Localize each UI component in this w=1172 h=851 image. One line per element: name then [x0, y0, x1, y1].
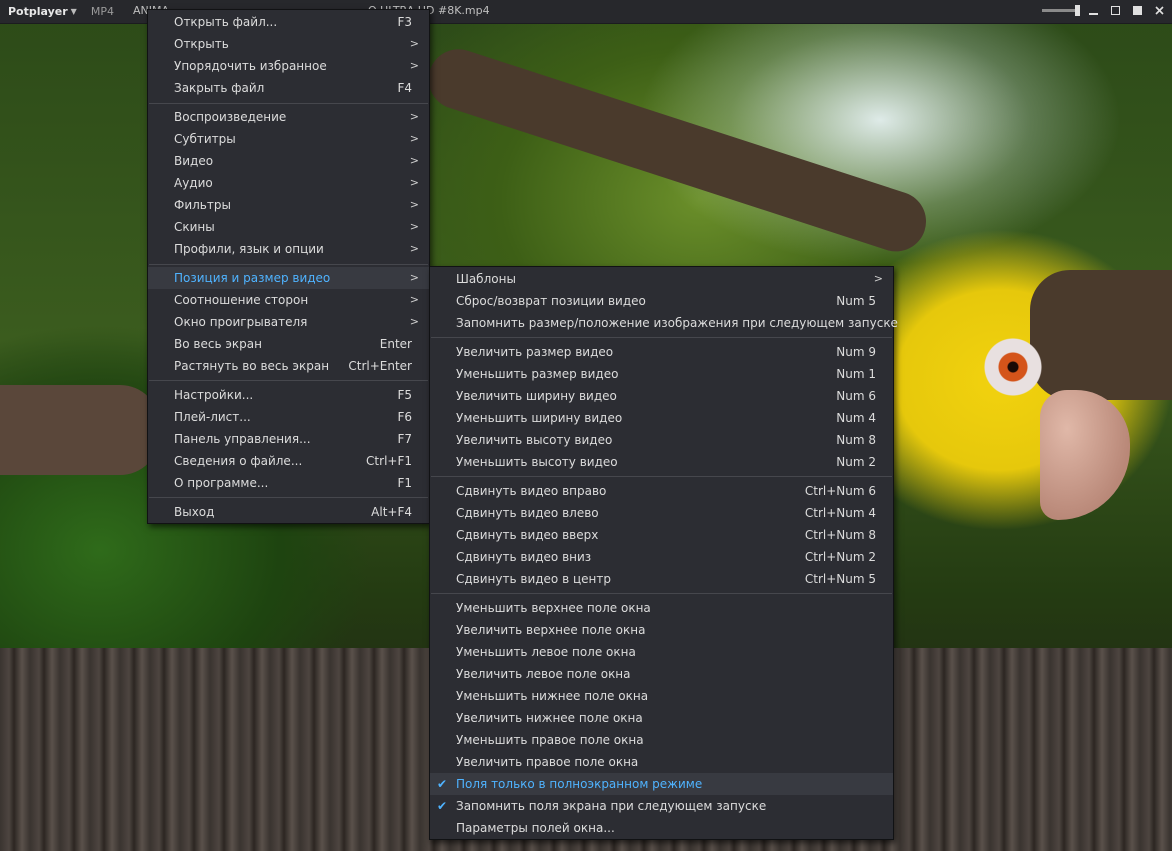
video-branch — [420, 41, 934, 260]
menu-item-audio[interactable]: Аудио > — [148, 172, 429, 194]
menu-item-player-window[interactable]: Окно проигрывателя > — [148, 311, 429, 333]
submenu-item-decrease-left-margin[interactable]: Уменьшить левое поле окна — [430, 641, 893, 663]
chevron-right-icon: > — [409, 176, 419, 189]
submenu-item-increase-height[interactable]: Увеличить высоту видео Num 8 — [430, 429, 893, 451]
chevron-right-icon: > — [409, 132, 419, 145]
video-branch-right — [1030, 270, 1172, 400]
context-menu: Открыть файл... F3 Открыть > Упорядочить и… — [147, 9, 430, 524]
menu-separator — [431, 337, 892, 338]
menu-separator — [149, 103, 428, 104]
menu-item-fullscreen[interactable]: Во весь экран Enter — [148, 333, 429, 355]
menu-separator — [431, 476, 892, 477]
submenu-item-decrease-bottom-margin[interactable]: Уменьшить нижнее поле окна — [430, 685, 893, 707]
app-menu-button[interactable]: Potplayer ▼ — [0, 5, 85, 18]
maximize-icon[interactable] — [1108, 3, 1122, 17]
minimize-icon[interactable] — [1086, 3, 1100, 17]
menu-item-subtitles[interactable]: Субтитры > — [148, 128, 429, 150]
menu-item-control-panel[interactable]: Панель управления... F7 — [148, 428, 429, 450]
menu-separator — [149, 380, 428, 381]
chevron-right-icon: > — [873, 272, 883, 285]
submenu-item-move-left[interactable]: Сдвинуть видео влево Ctrl+Num 4 — [430, 502, 893, 524]
chevron-right-icon: > — [409, 315, 419, 328]
menu-item-playlist[interactable]: Плей-лист... F6 — [148, 406, 429, 428]
chevron-right-icon: > — [409, 271, 419, 284]
caret-down-icon: ▼ — [70, 7, 77, 16]
menu-separator — [431, 593, 892, 594]
menu-item-open-file[interactable]: Открыть файл... F3 — [148, 11, 429, 33]
submenu-item-move-center[interactable]: Сдвинуть видео в центр Ctrl+Num 5 — [430, 568, 893, 590]
chevron-right-icon: > — [409, 59, 419, 72]
checkmark-icon: ✔ — [437, 777, 448, 791]
submenu-item-margin-settings[interactable]: Параметры полей окна... — [430, 817, 893, 839]
submenu-item-increase-size[interactable]: Увеличить размер видео Num 9 — [430, 341, 893, 363]
submenu-item-margins-fullscreen-only[interactable]: ✔ Поля только в полноэкранном режиме — [430, 773, 893, 795]
format-label: MP4 — [90, 5, 114, 18]
menu-item-exit[interactable]: Выход Alt+F4 — [148, 501, 429, 523]
submenu-item-decrease-width[interactable]: Уменьшить ширину видео Num 4 — [430, 407, 893, 429]
submenu-item-remember-margins[interactable]: ✔ Запомнить поля экрана при следующем зап… — [430, 795, 893, 817]
menu-item-favorites[interactable]: Упорядочить избранное > — [148, 55, 429, 77]
menu-item-file-info[interactable]: Сведения о файле... Ctrl+F1 — [148, 450, 429, 472]
submenu-item-increase-width[interactable]: Увеличить ширину видео Num 6 — [430, 385, 893, 407]
submenu-item-move-down[interactable]: Сдвинуть видео вниз Ctrl+Num 2 — [430, 546, 893, 568]
menu-item-video-position[interactable]: Позиция и размер видео > — [148, 267, 429, 289]
menu-item-settings[interactable]: Настройки... F5 — [148, 384, 429, 406]
chevron-right-icon: > — [409, 110, 419, 123]
video-branch-left — [0, 385, 160, 475]
submenu-item-templates[interactable]: Шаблоны > — [430, 268, 893, 290]
app-name: Potplayer — [8, 5, 68, 18]
submenu-video-position: Шаблоны > Сброс/возврат позиции видео Num … — [429, 266, 898, 840]
menu-item-video[interactable]: Видео > — [148, 150, 429, 172]
submenu-item-decrease-top-margin[interactable]: Уменьшить верхнее поле окна — [430, 597, 893, 619]
submenu-item-move-right[interactable]: Сдвинуть видео вправо Ctrl+Num 6 — [430, 480, 893, 502]
chevron-right-icon: > — [409, 220, 419, 233]
submenu-item-move-up[interactable]: Сдвинуть видео вверх Ctrl+Num 8 — [430, 524, 893, 546]
submenu-item-increase-right-margin[interactable]: Увеличить правое поле окна — [430, 751, 893, 773]
menu-item-playback[interactable]: Воспроизведение > — [148, 106, 429, 128]
submenu-item-increase-top-margin[interactable]: Увеличить верхнее поле окна — [430, 619, 893, 641]
menu-item-aspect-ratio[interactable]: Соотношение сторон > — [148, 289, 429, 311]
menu-item-about[interactable]: О программе... F1 — [148, 472, 429, 494]
menu-separator — [149, 497, 428, 498]
chevron-right-icon: > — [409, 242, 419, 255]
menu-item-stretch-fullscreen[interactable]: Растянуть во весь экран Ctrl+Enter — [148, 355, 429, 377]
submenu-item-remember-size[interactable]: Запомнить размер/положение изображения п… — [430, 312, 898, 334]
submenu-item-reset-position[interactable]: Сброс/возврат позиции видео Num 5 — [430, 290, 893, 312]
checkmark-icon: ✔ — [437, 799, 448, 813]
menu-item-open[interactable]: Открыть > — [148, 33, 429, 55]
menu-item-close-file[interactable]: Закрыть файл F4 — [148, 77, 429, 99]
menu-item-skins[interactable]: Скины > — [148, 216, 429, 238]
menu-item-filters[interactable]: Фильтры > — [148, 194, 429, 216]
window-controls — [1042, 3, 1166, 17]
close-icon[interactable] — [1152, 3, 1166, 17]
chevron-right-icon: > — [409, 37, 419, 50]
submenu-item-increase-bottom-margin[interactable]: Увеличить нижнее поле окна — [430, 707, 893, 729]
chevron-right-icon: > — [409, 198, 419, 211]
menu-separator — [149, 264, 428, 265]
opacity-slider[interactable] — [1042, 4, 1080, 16]
fullscreen-icon[interactable] — [1130, 3, 1144, 17]
menu-item-profiles[interactable]: Профили, язык и опции > — [148, 238, 429, 260]
chevron-right-icon: > — [409, 293, 419, 306]
chevron-right-icon: > — [409, 154, 419, 167]
submenu-item-increase-left-margin[interactable]: Увеличить левое поле окна — [430, 663, 893, 685]
video-parrot-beak — [1040, 390, 1130, 520]
video-parrot-eye — [984, 338, 1042, 396]
submenu-item-decrease-size[interactable]: Уменьшить размер видео Num 1 — [430, 363, 893, 385]
submenu-item-decrease-right-margin[interactable]: Уменьшить правое поле окна — [430, 729, 893, 751]
submenu-item-decrease-height[interactable]: Уменьшить высоту видео Num 2 — [430, 451, 893, 473]
